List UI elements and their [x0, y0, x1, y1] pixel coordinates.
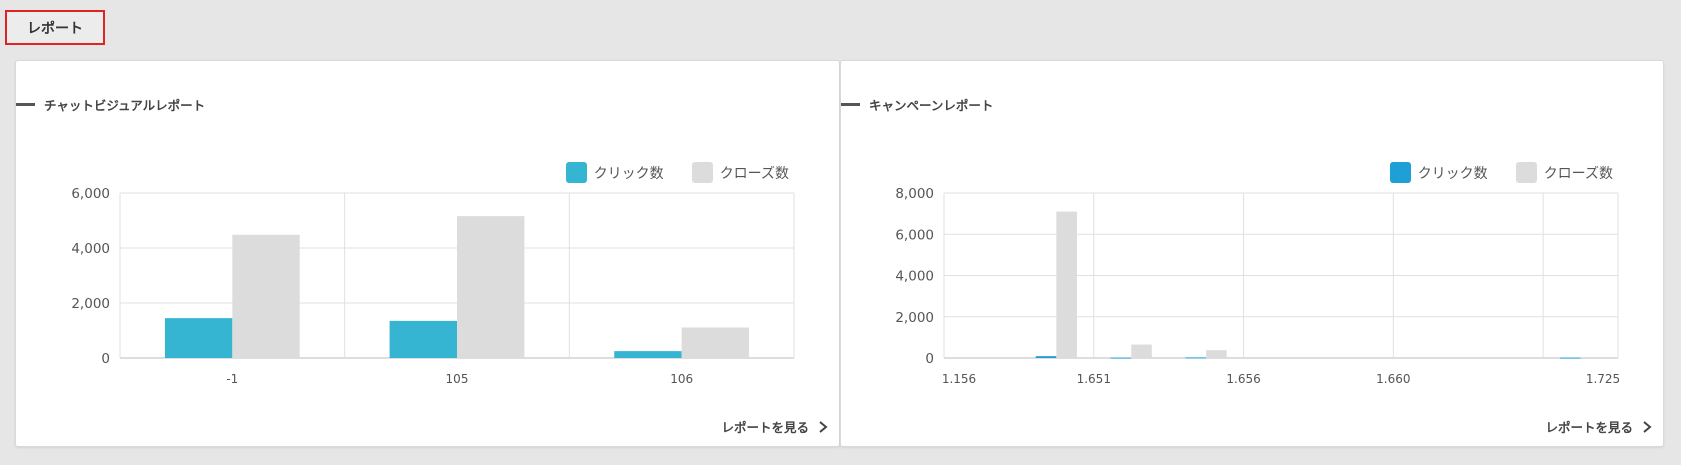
y-tick-label: 2,000	[71, 296, 110, 312]
bar-clicks	[1110, 357, 1132, 359]
chat-visual-bar-chart: 0 2,000 4,000 6,000 -1 105 106	[71, 186, 795, 386]
y-tick-label: 4,000	[895, 269, 934, 285]
y-tick-label: 0	[925, 351, 934, 367]
tab-report[interactable]: レポート	[5, 10, 105, 45]
x-tick-label: 106	[670, 372, 693, 386]
chevron-right-icon	[819, 420, 828, 433]
y-tick-label: 6,000	[895, 227, 934, 243]
x-tick-label: 105	[446, 372, 469, 386]
bar-closes	[1131, 344, 1152, 358]
x-tick-label: 1.656	[1226, 372, 1260, 386]
y-tick-label: 2,000	[895, 310, 934, 326]
bar-clicks	[614, 351, 682, 358]
bar-clicks	[1185, 357, 1207, 359]
y-tick-label: 6,000	[71, 186, 110, 202]
bar-clicks	[1035, 356, 1057, 358]
bar-closes	[457, 216, 525, 358]
x-tick-label: 1.725	[1586, 372, 1620, 386]
x-tick-label: 1.660	[1376, 372, 1410, 386]
bar-closes	[232, 234, 300, 358]
x-tick-label: 1.156	[942, 372, 976, 386]
y-tick-label: 4,000	[71, 241, 110, 257]
chevron-right-icon	[1643, 420, 1652, 433]
bar-clicks	[1559, 357, 1581, 359]
x-tick-label: 1.651	[1077, 372, 1111, 386]
y-tick-label: 0	[101, 351, 110, 367]
tab-report-label: レポート	[27, 20, 83, 37]
x-tick-label: -1	[226, 372, 238, 386]
view-report-link[interactable]: レポートを見る	[721, 417, 829, 436]
bar-clicks	[164, 318, 233, 358]
view-report-link[interactable]: レポートを見る	[1545, 417, 1653, 436]
campaign-report-card: キャンペーンレポート クリック数 クローズ数 0 2,000 4,000 6,000 8…	[840, 60, 1664, 447]
bar-closes	[1206, 350, 1227, 358]
bar-clicks	[389, 320, 457, 358]
view-report-label: レポートを見る	[1545, 420, 1633, 435]
y-tick-label: 8,000	[895, 186, 934, 202]
campaign-bar-chart: 0 2,000 4,000 6,000 8,000 1.156 1.651 1.656 1.66…	[895, 186, 1620, 386]
bar-closes	[1056, 211, 1077, 358]
view-report-label: レポートを見る	[721, 420, 809, 435]
bar-closes	[681, 327, 750, 358]
chat-visual-report-card: チャットビジュアルレポート クリック数 クローズ数 0 2,000 4,000 6,0…	[15, 60, 840, 447]
